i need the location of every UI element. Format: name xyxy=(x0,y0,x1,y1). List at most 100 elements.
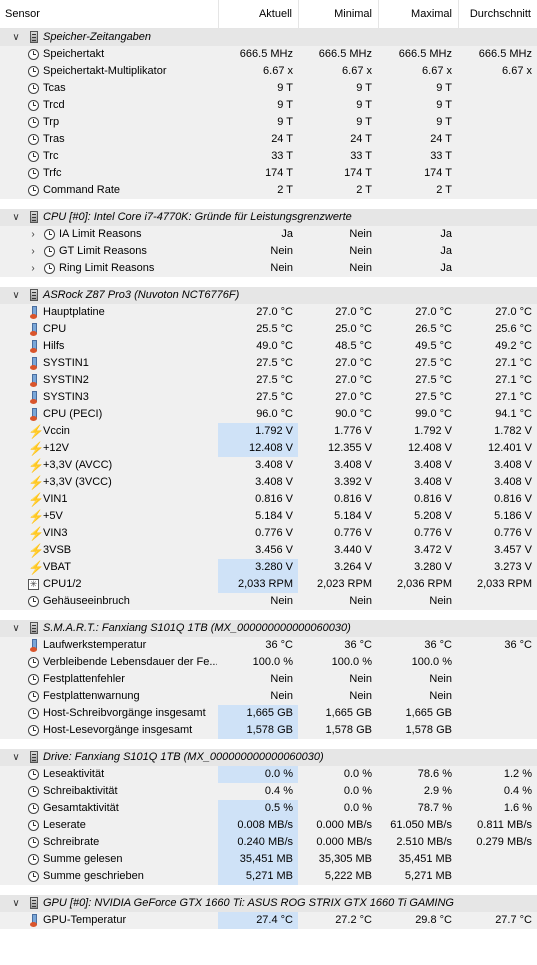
group-header[interactable]: ∨ Drive: Fanxiang S101Q 1TB (MX_000000000… xyxy=(0,749,537,766)
sensor-label: Schreibaktivität xyxy=(43,785,118,797)
value-max: 5.208 V xyxy=(414,510,452,522)
sensor-row[interactable]: Laufwerkstemperatur 36 °C 36 °C 36 °C 36 °C xyxy=(0,637,537,654)
sensor-row[interactable]: ⚡ +12V 12.408 V 12.355 V 12.408 V 12.401 V xyxy=(0,440,537,457)
sensor-row[interactable]: Trcd 9 T 9 T 9 T xyxy=(0,97,537,114)
value-avg xyxy=(458,722,537,739)
collapse-chevron-icon[interactable]: ∨ xyxy=(11,29,21,46)
value-min: 0.0 % xyxy=(343,785,372,797)
column-header-current-label: Aktuell xyxy=(258,8,292,20)
sensor-row[interactable]: Schreibrate 0.240 MB/s 0.000 MB/s 2.510 MB/… xyxy=(0,834,537,851)
clock-icon xyxy=(28,49,39,60)
chip-icon xyxy=(30,31,38,43)
column-header-max[interactable]: Maximal xyxy=(378,0,458,28)
sensor-row[interactable]: SYSTIN1 27.5 °C 27.0 °C 27.5 °C 27.1 °C xyxy=(0,355,537,372)
value-avg: 0.816 V xyxy=(494,493,532,505)
group-header[interactable]: ∨ Speicher-Zeitangaben xyxy=(0,29,537,46)
value-max: 666.5 MHz xyxy=(398,48,452,60)
value-current: 1.792 V xyxy=(218,423,298,440)
group-header[interactable]: ∨ ASRock Z87 Pro3 (Nuvoton NCT6776F) xyxy=(0,287,537,304)
collapse-chevron-icon[interactable]: ∨ xyxy=(11,287,21,304)
sensor-row[interactable]: Speichertakt 666.5 MHz 666.5 MHz 666.5 MHz 6… xyxy=(0,46,537,63)
sensor-row[interactable]: ⚡ 3VSB 3.456 V 3.440 V 3.472 V 3.457 V xyxy=(0,542,537,559)
sensor-row[interactable]: Summe geschrieben 5,271 MB 5,222 MB 5,271 M… xyxy=(0,868,537,885)
collapse-chevron-icon[interactable]: ∨ xyxy=(11,209,21,226)
sensor-row[interactable]: CPU (PECI) 96.0 °C 90.0 °C 99.0 °C 94.1 °C xyxy=(0,406,537,423)
sensor-row[interactable]: ⚡ Vccin 1.792 V 1.776 V 1.792 V 1.782 V xyxy=(0,423,537,440)
expand-chevron-icon[interactable]: › xyxy=(28,260,38,277)
sensor-row[interactable]: Host-Lesevorgänge insgesamt 1,578 GB 1,578… xyxy=(0,722,537,739)
sensor-row[interactable]: Gehäuseeinbruch Nein Nein Nein xyxy=(0,593,537,610)
sensor-row[interactable]: Hauptplatine 27.0 °C 27.0 °C 27.0 °C 27.0 °C xyxy=(0,304,537,321)
value-avg: 94.1 °C xyxy=(495,408,532,420)
sensor-row[interactable]: ⚡ VIN3 0.776 V 0.776 V 0.776 V 0.776 V xyxy=(0,525,537,542)
sensor-row[interactable]: Host-Schreibvorgänge insgesamt 1,665 GB 1,… xyxy=(0,705,537,722)
sensor-row[interactable]: Tcas 9 T 9 T 9 T xyxy=(0,80,537,97)
expand-chevron-icon[interactable]: › xyxy=(28,226,38,243)
value-max: 1.792 V xyxy=(414,425,452,437)
sensor-label: Ring Limit Reasons xyxy=(59,262,155,274)
value-current: Nein xyxy=(270,262,293,274)
value-min: Nein xyxy=(349,595,372,607)
expand-chevron-icon[interactable]: › xyxy=(28,243,38,260)
sensor-row[interactable]: Command Rate 2 T 2 T 2 T xyxy=(0,182,537,199)
sensor-row[interactable]: SYSTIN3 27.5 °C 27.0 °C 27.5 °C 27.1 °C xyxy=(0,389,537,406)
sensor-row[interactable]: › GT Limit Reasons Nein Nein Ja xyxy=(0,243,537,260)
sensor-row[interactable]: ⚡ VBAT 3.280 V 3.264 V 3.280 V 3.273 V xyxy=(0,559,537,576)
value-avg xyxy=(458,182,537,199)
value-max: 26.5 °C xyxy=(415,323,452,335)
sensor-row[interactable]: › Ring Limit Reasons Nein Nein Ja xyxy=(0,260,537,277)
value-current: 2 T xyxy=(277,184,293,196)
sensor-row[interactable]: ⚡ +3,3V (AVCC) 3.408 V 3.408 V 3.408 V 3.408 … xyxy=(0,457,537,474)
sensor-row[interactable]: Summe gelesen 35,451 MB 35,305 MB 35,451 MB xyxy=(0,851,537,868)
group-header[interactable]: ∨ CPU [#0]: Intel Core i7-4770K: Gründe f… xyxy=(0,209,537,226)
sensor-row[interactable]: CPU 25.5 °C 25.0 °C 26.5 °C 25.6 °C xyxy=(0,321,537,338)
sensor-row[interactable]: Leserate 0.008 MB/s 0.000 MB/s 61.050 MB/s 0… xyxy=(0,817,537,834)
bolt-icon: ⚡ xyxy=(28,560,45,575)
sensor-row[interactable]: ⚡ +5V 5.184 V 5.184 V 5.208 V 5.186 V xyxy=(0,508,537,525)
sensor-label: CPU xyxy=(43,323,67,335)
column-header-min[interactable]: Minimal xyxy=(298,0,378,28)
sensor-row[interactable]: Tras 24 T 24 T 24 T xyxy=(0,131,537,148)
sensor-row[interactable]: Trp 9 T 9 T 9 T xyxy=(0,114,537,131)
sensor-row[interactable]: ⚡ VIN1 0.816 V 0.816 V 0.816 V 0.816 V xyxy=(0,491,537,508)
value-current: 0.240 MB/s xyxy=(218,834,298,851)
thermometer-icon xyxy=(28,391,39,404)
sensor-row[interactable]: ⚡ +3,3V (3VCC) 3.408 V 3.392 V 3.408 V 3.408 … xyxy=(0,474,537,491)
column-header-current[interactable]: Aktuell xyxy=(218,0,298,28)
sensor-label: Tcas xyxy=(43,82,66,94)
value-current: 5,271 MB xyxy=(218,868,298,885)
sensor-row[interactable]: Leseaktivität 0.0 % 0.0 % 78.6 % 1.2 % xyxy=(0,766,537,783)
sensor-row[interactable]: Festplattenfehler Nein Nein Nein xyxy=(0,671,537,688)
value-current: 25.5 °C xyxy=(256,323,293,335)
sensor-row[interactable]: Festplattenwarnung Nein Nein Nein xyxy=(0,688,537,705)
value-max: 3.280 V xyxy=(414,561,452,573)
sensor-label: Trcd xyxy=(43,99,65,111)
value-avg xyxy=(458,851,537,868)
column-header-sensor[interactable]: Sensor xyxy=(0,0,218,28)
sensor-row[interactable]: Verbleibende Lebensdauer der Fe... 100.0 … xyxy=(0,654,537,671)
sensor-label: VIN3 xyxy=(43,527,68,539)
sensor-row[interactable]: Schreibaktivität 0.4 % 0.0 % 2.9 % 0.4 % xyxy=(0,783,537,800)
sensor-row[interactable]: Trc 33 T 33 T 33 T xyxy=(0,148,537,165)
sensor-row[interactable]: SYSTIN2 27.5 °C 27.0 °C 27.5 °C 27.1 °C xyxy=(0,372,537,389)
value-avg: 0.4 % xyxy=(503,785,532,797)
sensor-row[interactable]: GPU-Temperatur 27.4 °C 27.2 °C 29.8 °C 27.7 … xyxy=(0,912,537,929)
sensor-label: SYSTIN3 xyxy=(43,391,89,403)
column-header-avg[interactable]: Durchschnitt xyxy=(458,0,537,28)
collapse-chevron-icon[interactable]: ∨ xyxy=(11,895,21,912)
sensor-label: Gehäuseeinbruch xyxy=(43,595,130,607)
clock-icon xyxy=(44,246,55,257)
sensor-row[interactable]: Speichertakt-Multiplikator 6.67 x 6.67 x 6.… xyxy=(0,63,537,80)
sensor-row[interactable]: Gesamtaktivität 0.5 % 0.0 % 78.7 % 1.6 % xyxy=(0,800,537,817)
value-avg: 6.67 x xyxy=(502,65,532,77)
sensor-row[interactable]: ✳ CPU1/2 2,033 RPM 2,023 RPM 2,036 RPM 2,033 … xyxy=(0,576,537,593)
sensor-row[interactable]: › IA Limit Reasons Ja Nein Ja xyxy=(0,226,537,243)
value-current: 9 T xyxy=(277,99,293,111)
collapse-chevron-icon[interactable]: ∨ xyxy=(11,749,21,766)
value-current: 27.5 °C xyxy=(256,357,293,369)
group-header[interactable]: ∨ GPU [#0]: NVIDIA GeForce GTX 1660 Ti: A… xyxy=(0,895,537,912)
sensor-row[interactable]: Trfc 174 T 174 T 174 T xyxy=(0,165,537,182)
group-header[interactable]: ∨ S.M.A.R.T.: Fanxiang S101Q 1TB (MX_0000… xyxy=(0,620,537,637)
sensor-row[interactable]: Hilfs 49.0 °C 48.5 °C 49.5 °C 49.2 °C xyxy=(0,338,537,355)
collapse-chevron-icon[interactable]: ∨ xyxy=(11,620,21,637)
